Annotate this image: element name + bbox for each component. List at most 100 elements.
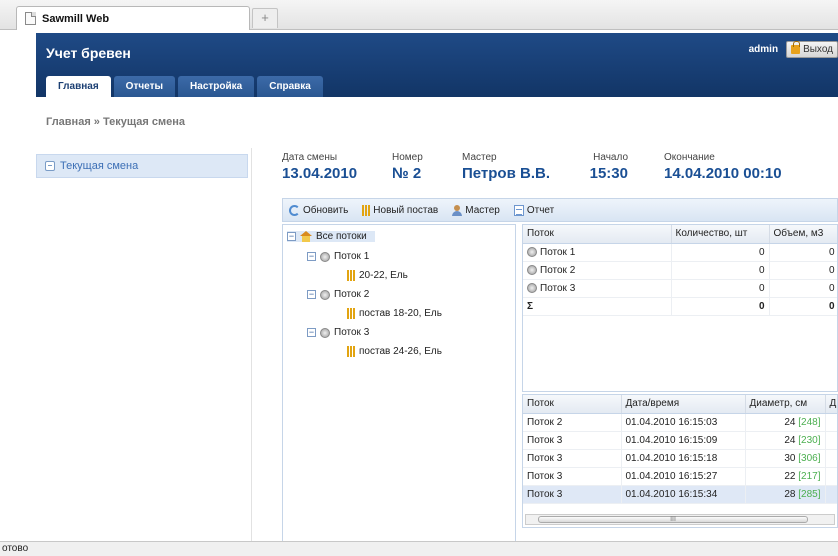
tree-node-label: Поток 2 — [334, 289, 370, 300]
collapse-toggle[interactable]: − — [287, 232, 296, 241]
shift-number-value: № 2 — [392, 165, 422, 182]
scrollbar-thumb[interactable]: III — [538, 516, 808, 523]
column-header[interactable]: Поток — [523, 395, 622, 414]
app-title: Учет бревен — [46, 45, 131, 61]
log-bars-icon — [347, 346, 355, 357]
log-bars-icon — [362, 204, 371, 216]
table-row-selected[interactable]: Поток 3 01.04.2010 16:15:34 28 [285] — [523, 485, 837, 504]
shift-master-value: Петров В.В. — [462, 165, 550, 182]
horizontal-scrollbar[interactable]: III — [525, 514, 835, 525]
cell-count: 0 — [671, 261, 770, 280]
table-row[interactable]: Поток 3 01.04.2010 16:15:27 22 [217] — [523, 467, 837, 486]
cell-stream: Поток 3 — [523, 485, 622, 504]
table-row[interactable]: Поток 1 0 0 — [523, 243, 837, 262]
column-header[interactable]: Количество, шт — [671, 225, 770, 244]
diameter-raw: [230] — [798, 434, 821, 446]
diameter-raw: [285] — [798, 488, 821, 500]
cell-diameter: 24 [230] — [745, 431, 826, 450]
tab-home[interactable]: Главная — [46, 76, 111, 97]
shift-start: Начало 15:30 — [588, 152, 628, 182]
shift-date-value: 13.04.2010 — [282, 165, 358, 182]
table-row[interactable]: Поток 3 01.04.2010 16:15:09 24 [230] — [523, 431, 837, 450]
column-header[interactable]: Д — [825, 395, 837, 414]
tree-node-label: Все потоки — [316, 231, 367, 242]
master-label: Мастер — [465, 204, 500, 216]
tree-node-post[interactable]: 20-22, Ель — [347, 270, 408, 281]
diameter-raw: [248] — [798, 416, 821, 428]
cell-datetime: 01.04.2010 16:15:09 — [621, 431, 746, 450]
tree-node-label: постав 18-20, Ель — [359, 308, 442, 319]
tree-node-all-streams[interactable]: − Все потоки — [287, 231, 375, 242]
table-row[interactable]: Поток 2 0 0 — [523, 261, 837, 280]
master-button[interactable]: Мастер — [452, 204, 500, 216]
diameter-raw: [217] — [798, 470, 821, 482]
browser-tab-title: Sawmill Web — [42, 12, 110, 25]
cell-diameter: 24 [248] — [745, 413, 826, 432]
shift-date-label: Дата смены — [282, 152, 338, 163]
collapse-icon — [45, 161, 55, 171]
cell-volume: 0 — [769, 261, 837, 280]
table-row[interactable]: Поток 3 01.04.2010 16:15:18 30 [306] — [523, 449, 837, 468]
collapse-toggle[interactable]: − — [307, 252, 316, 261]
user-icon — [452, 204, 463, 216]
saw-disk-icon — [527, 282, 537, 293]
table-row[interactable]: Поток 2 01.04.2010 16:15:03 24 [248] — [523, 413, 837, 432]
cell-diameter: 28 [285] — [745, 485, 826, 504]
tree-node-stream[interactable]: − Поток 1 — [307, 251, 369, 262]
tab-reports[interactable]: Отчеты — [113, 76, 176, 97]
cell-stream: Поток 2 — [540, 264, 576, 276]
refresh-button[interactable]: Обновить — [289, 204, 349, 216]
log-bars-icon — [347, 270, 355, 281]
browser-tab[interactable]: Sawmill Web — [16, 6, 250, 30]
browser-tab-strip: Sawmill Web + — [0, 0, 838, 30]
tree-node-post[interactable]: постав 18-20, Ель — [347, 308, 442, 319]
column-header[interactable]: Объем, м3 — [769, 225, 837, 244]
toolbar: Обновить Новый постав Мастер Отчет — [282, 198, 838, 222]
saw-disk-icon — [320, 289, 330, 300]
cell-datetime: 01.04.2010 16:15:18 — [621, 449, 746, 468]
tree-node-post[interactable]: постав 24-26, Ель — [347, 346, 442, 357]
saw-disk-icon — [320, 327, 330, 338]
summary-total-row: Σ 0 0 — [523, 297, 837, 316]
shift-master-label: Мастер — [462, 152, 497, 163]
cell-stream: Поток 3 — [540, 282, 576, 294]
diameter-raw: [306] — [798, 452, 821, 464]
new-tab-button[interactable]: + — [252, 8, 278, 28]
table-row[interactable]: Поток 3 0 0 — [523, 279, 837, 298]
stream-tree: − Все потоки − Поток 1 20-22, Ель − Пото… — [282, 224, 516, 556]
column-header[interactable]: Диаметр, см — [745, 395, 826, 414]
tab-help[interactable]: Справка — [257, 76, 323, 97]
report-button[interactable]: Отчет — [513, 204, 555, 216]
shift-date: Дата смены 13.04.2010 — [282, 152, 357, 182]
cell-stream: Поток 2 — [523, 413, 622, 432]
log-bars-icon — [347, 308, 355, 319]
sidebar-item-label: Текущая смена — [60, 160, 139, 172]
tree-node-stream[interactable]: − Поток 3 — [307, 327, 369, 338]
page-icon — [25, 12, 36, 25]
new-post-button[interactable]: Новый постав — [362, 204, 438, 216]
collapse-toggle[interactable]: − — [307, 328, 316, 337]
tree-node-label: постав 24-26, Ель — [359, 346, 442, 357]
column-header[interactable]: Дата/время — [621, 395, 746, 414]
report-label: Отчет — [526, 204, 555, 216]
collapse-toggle[interactable]: − — [307, 290, 316, 299]
tree-node-label: 20-22, Ель — [359, 270, 408, 281]
cell-stream: Поток 3 — [523, 431, 622, 450]
tree-node-label: Поток 1 — [334, 251, 370, 262]
refresh-label: Обновить — [303, 204, 349, 216]
tree-node-stream[interactable]: − Поток 2 — [307, 289, 369, 300]
saw-disk-icon — [320, 251, 330, 262]
cell-diameter: 22 [217] — [745, 467, 826, 486]
shift-end: Окончание 14.04.2010 00:10 — [664, 152, 782, 182]
shift-end-label: Окончание — [664, 152, 715, 163]
tree-node-label: Поток 3 — [334, 327, 370, 338]
column-header[interactable]: Поток — [523, 225, 672, 244]
sidebar-item-current-shift[interactable]: Текущая смена — [36, 154, 248, 178]
home-icon — [300, 231, 312, 242]
logout-button[interactable]: Выход — [786, 41, 838, 58]
sidebar: Текущая смена — [36, 148, 252, 553]
tab-settings[interactable]: Настройка — [178, 76, 255, 97]
cell-stream: Поток 3 — [523, 467, 622, 486]
logout-label: Выход — [803, 44, 833, 55]
sum-volume: 0 — [769, 297, 837, 316]
